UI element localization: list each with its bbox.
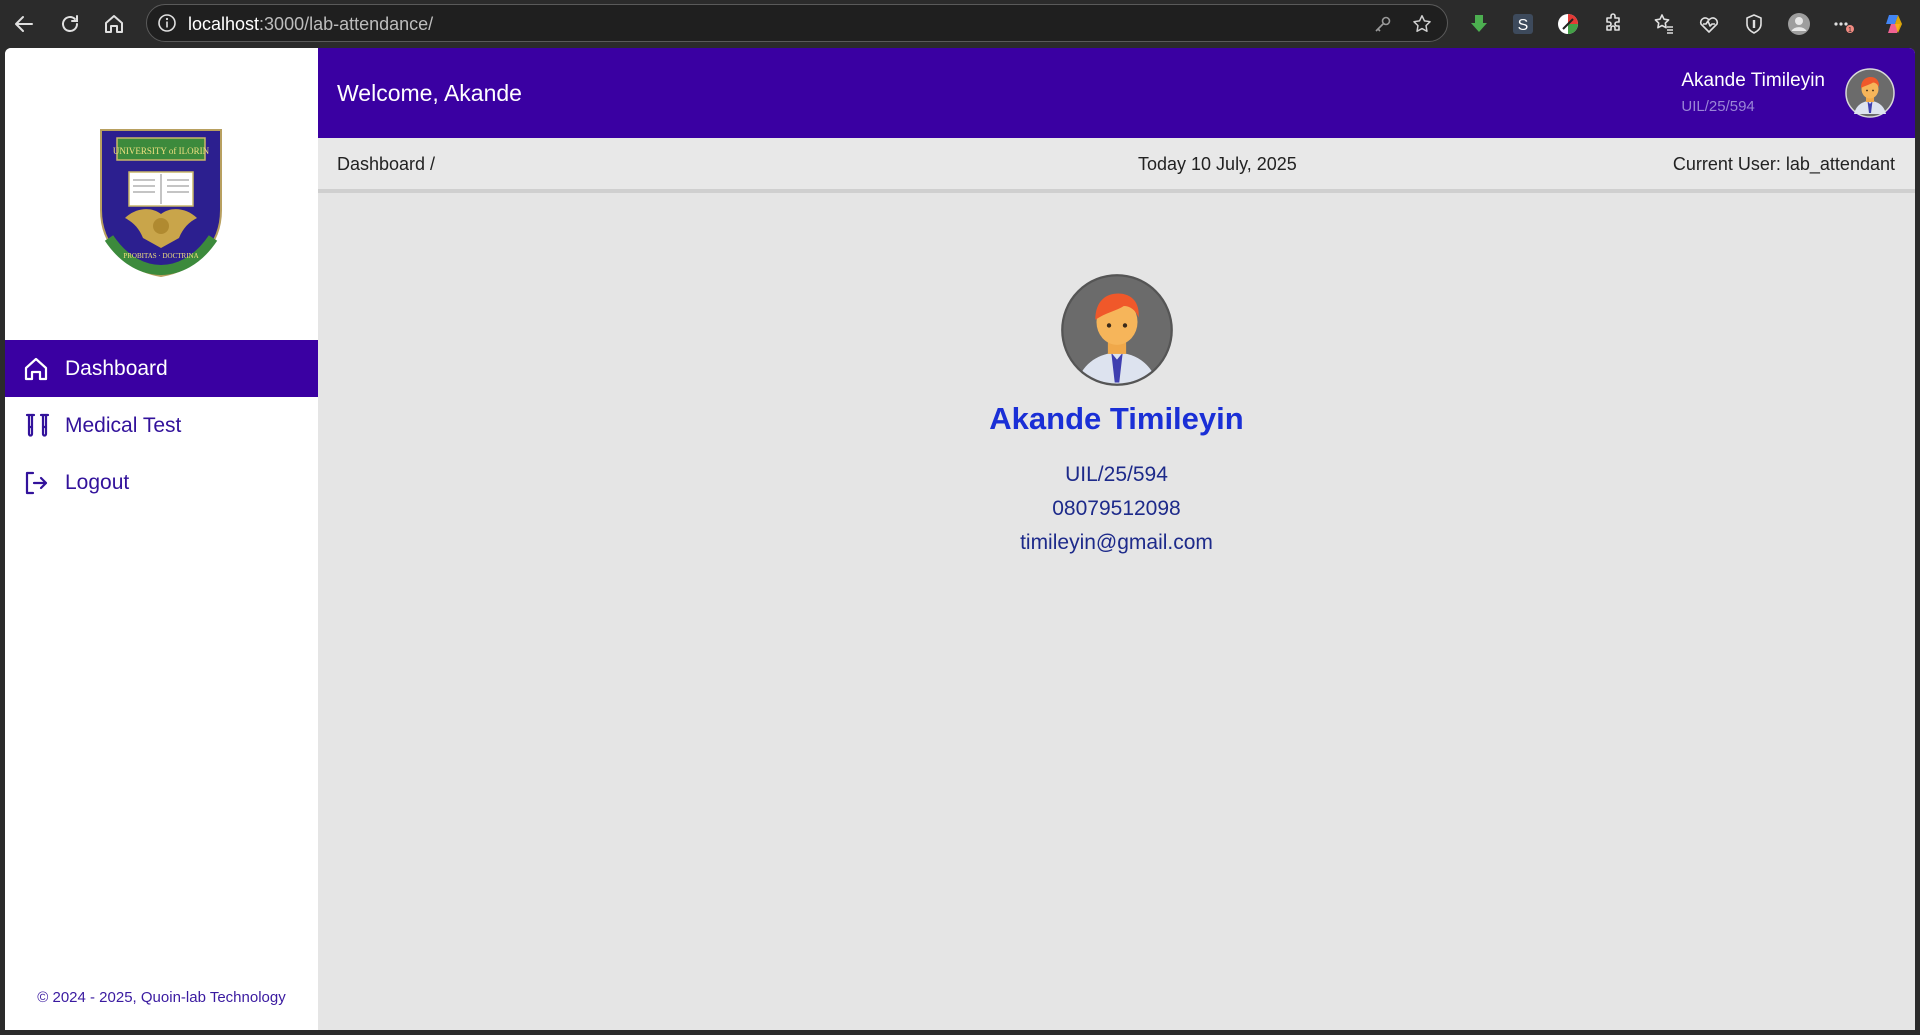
test-tubes-icon <box>21 411 51 441</box>
sidebar-menu: Dashboard Medical Test Logout <box>5 340 318 511</box>
key-icon[interactable] <box>1373 14 1393 34</box>
reload-button[interactable] <box>54 8 86 40</box>
welcome-message: Welcome, Akande <box>337 80 522 106</box>
favorites-icon[interactable] <box>1651 11 1677 37</box>
profile-phone: 08079512098 <box>1052 497 1181 520</box>
favorite-star-icon[interactable] <box>1411 13 1433 35</box>
more-menu-icon[interactable]: 1 <box>1830 11 1856 37</box>
copyright-text: © 2024 - 2025, Quoin-lab Technology <box>37 989 286 1006</box>
sidebar-item-dashboard[interactable]: Dashboard <box>5 340 318 397</box>
extensions-puzzle-icon[interactable] <box>1600 11 1626 37</box>
browser-toolbar: localhost:3000/lab-attendance/ S 1 <box>0 0 1920 48</box>
profile-avatar <box>1060 274 1173 386</box>
sidebar-item-label: Logout <box>65 470 130 494</box>
home-icon <box>21 354 51 384</box>
logo-motto-text: PROBITAS · DOCTRINA <box>123 252 198 260</box>
color-extension-icon[interactable] <box>1555 11 1581 37</box>
sidebar-item-label: Medical Test <box>65 413 182 437</box>
sidebar-item-label: Dashboard <box>65 356 168 380</box>
home-button[interactable] <box>98 8 130 40</box>
breadcrumb[interactable]: Dashboard / <box>337 154 435 175</box>
breadcrumb-bar: Dashboard / Today 10 July, 2025 Current … <box>318 138 1915 193</box>
sidebar-item-medical-test[interactable]: Medical Test <box>5 397 318 454</box>
header-user-name: Akande Timileyin <box>1681 70 1825 91</box>
url-path: :3000/lab-attendance/ <box>259 14 434 34</box>
logout-icon <box>21 468 51 498</box>
profile-icon[interactable] <box>1786 11 1812 37</box>
today-date: Today 10 July, 2025 <box>1138 154 1297 174</box>
svg-text:S: S <box>1518 17 1529 34</box>
reload-icon <box>62 15 78 32</box>
profile-email: timileyin@gmail.com <box>1020 531 1213 554</box>
profile-card: Akande Timileyin UIL/25/594 08079512098 … <box>318 273 1915 555</box>
header-user-info: Akande Timileyin UIL/25/594 <box>1681 70 1825 115</box>
svg-text:1: 1 <box>1848 27 1852 34</box>
site-info-icon[interactable] <box>157 13 177 33</box>
url-host: localhost <box>188 14 260 34</box>
page-viewport: UNIVERSITY of ILORIN PROBITAS · DOCTRINA… <box>5 48 1915 1030</box>
sidebar: UNIVERSITY of ILORIN PROBITAS · DOCTRINA… <box>5 48 318 1030</box>
sidebar-item-logout[interactable]: Logout <box>5 454 318 511</box>
back-arrow-icon <box>15 16 33 32</box>
address-bar[interactable]: localhost:3000/lab-attendance/ <box>146 4 1448 42</box>
profile-name: Akande Timileyin <box>989 401 1244 436</box>
header-user-id: UIL/25/594 <box>1681 98 1755 115</box>
copilot-icon[interactable] <box>1880 11 1906 37</box>
s-extension-icon[interactable]: S <box>1510 11 1536 37</box>
back-button[interactable] <box>8 8 40 40</box>
avatar[interactable] <box>1845 68 1895 118</box>
home-icon <box>105 15 123 33</box>
health-icon[interactable] <box>1696 11 1722 37</box>
top-header: Welcome, Akande Akande Timileyin UIL/25/… <box>318 48 1915 138</box>
current-user-label: Current User: lab_attendant <box>1672 154 1895 174</box>
logo-banner-text: UNIVERSITY of ILORIN <box>113 146 210 156</box>
university-logo: UNIVERSITY of ILORIN PROBITAS · DOCTRINA <box>95 126 227 278</box>
url-text: localhost:3000/lab-attendance/ <box>188 14 433 35</box>
shield-icon[interactable] <box>1741 11 1767 37</box>
download-extension-icon[interactable] <box>1466 11 1492 37</box>
profile-id: UIL/25/594 <box>1065 463 1168 486</box>
